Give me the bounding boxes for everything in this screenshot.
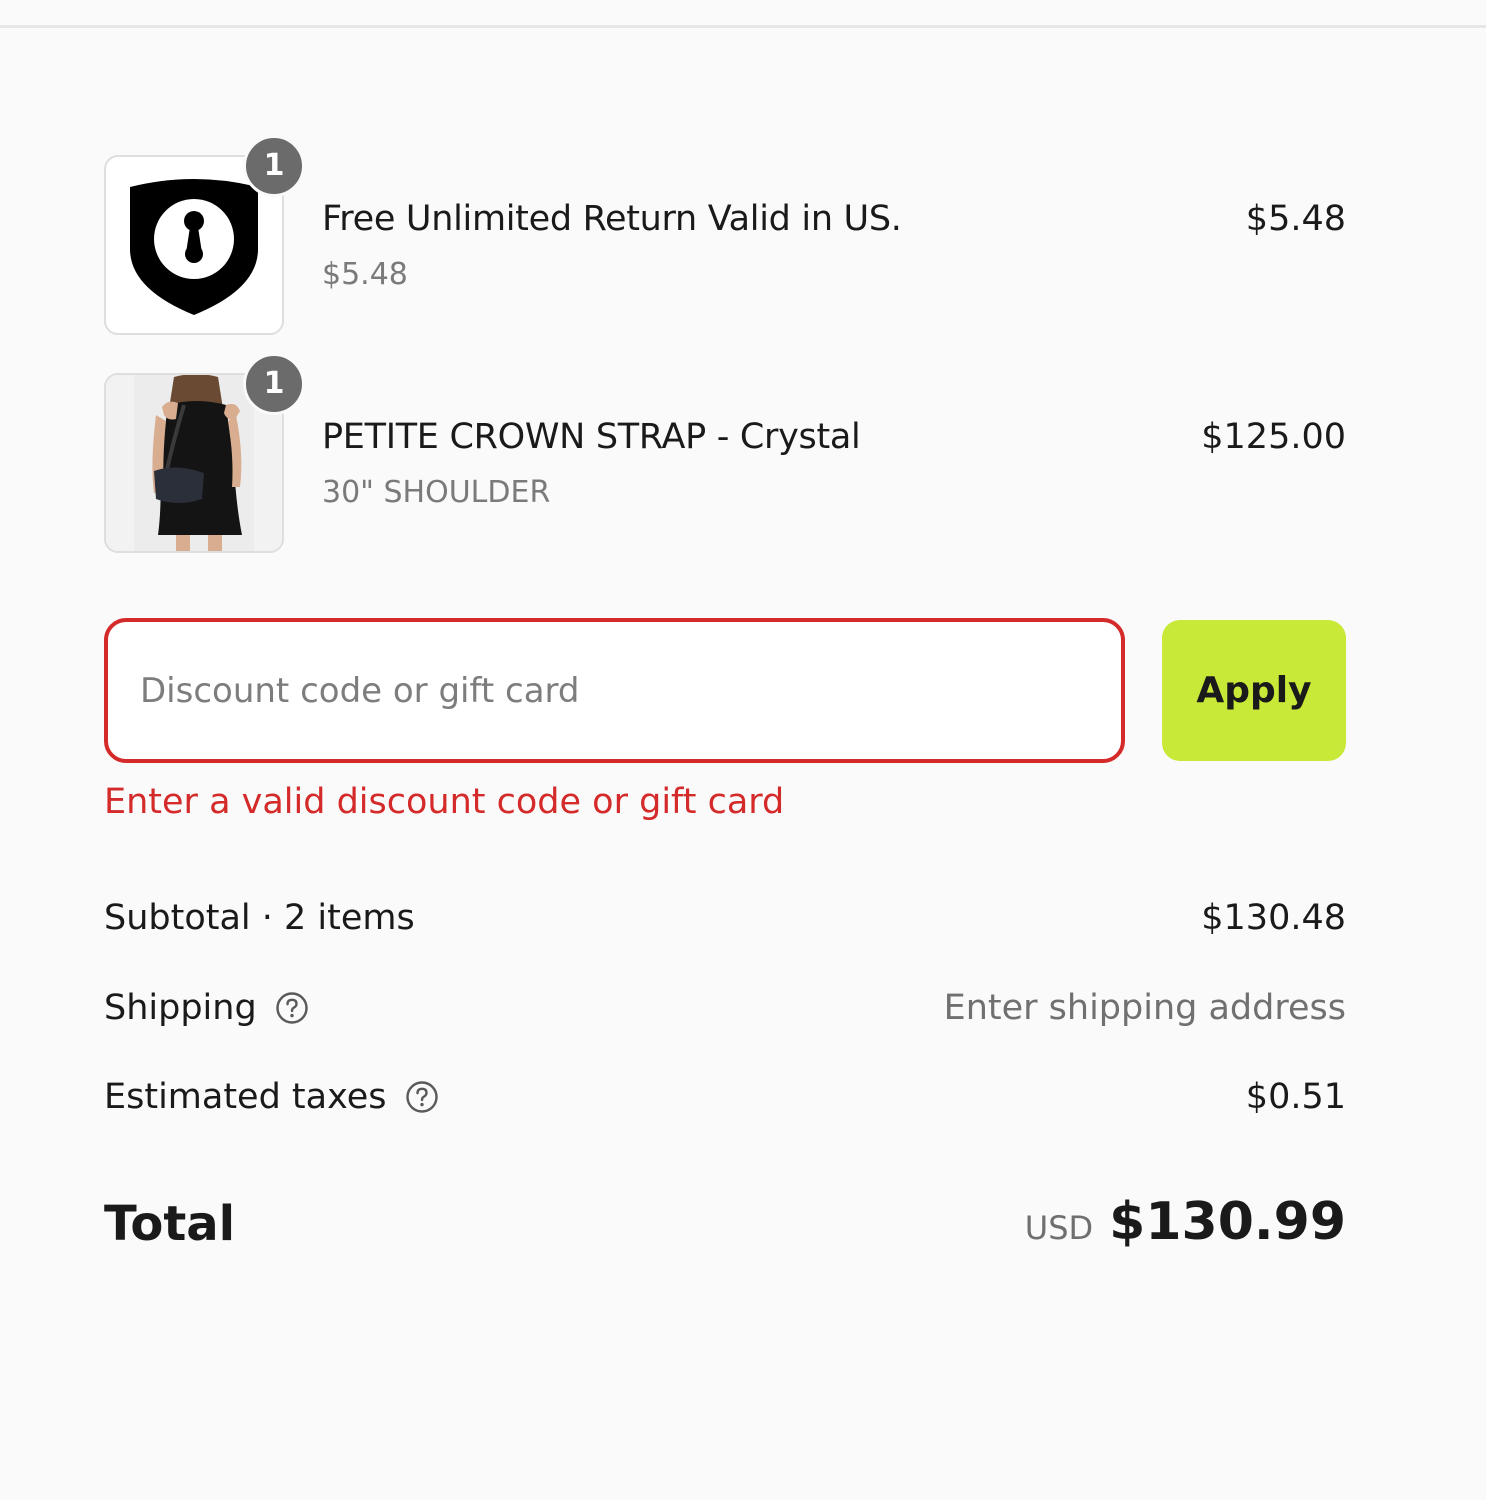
item-title: Free Unlimited Return Valid in US. <box>322 199 902 239</box>
subtotal-value: $130.48 <box>1201 898 1346 938</box>
product-thumbnail: 1 <box>104 353 305 553</box>
product-thumbnail: 1 <box>104 135 305 335</box>
discount-error-message: Enter a valid discount code or gift card <box>104 782 785 822</box>
taxes-row: Estimated taxes $0.51 <box>104 1077 1346 1127</box>
order-summary: 1 Free Unlimited Return Valid in US. $5.… <box>0 0 1486 1500</box>
taxes-label-group: Estimated taxes <box>104 1077 439 1117</box>
line-item: 1 PETITE CROWN STRAP - Crystal 30" SHOUL… <box>104 353 1346 553</box>
item-price: $125.00 <box>1201 417 1346 457</box>
discount-form: Apply <box>104 618 1346 763</box>
shipping-value: Enter shipping address <box>943 988 1346 1028</box>
help-icon[interactable] <box>405 1080 439 1114</box>
shipping-row: Shipping Enter shipping address <box>104 988 1346 1038</box>
total-label: Total <box>104 1196 236 1252</box>
taxes-label: Estimated taxes <box>104 1077 387 1117</box>
quantity-badge: 1 <box>243 135 305 197</box>
subtotal-label: Subtotal · 2 items <box>104 898 415 938</box>
total-amount-group: USD $130.99 <box>1025 1192 1346 1252</box>
apply-button[interactable]: Apply <box>1162 620 1346 761</box>
line-item: 1 Free Unlimited Return Valid in US. $5.… <box>104 135 1346 335</box>
item-variant: 30" SHOULDER <box>322 475 551 510</box>
shipping-label-group: Shipping <box>104 988 309 1028</box>
item-subtitle: $5.48 <box>322 257 408 292</box>
item-price: $5.48 <box>1245 199 1346 239</box>
help-icon[interactable] <box>275 991 309 1025</box>
quantity-badge: 1 <box>243 353 305 415</box>
total-row: Total USD $130.99 <box>104 1192 1346 1264</box>
currency-code: USD <box>1024 1209 1094 1247</box>
item-title: PETITE CROWN STRAP - Crystal <box>322 417 861 457</box>
total-value: $130.99 <box>1109 1192 1346 1252</box>
taxes-value: $0.51 <box>1245 1077 1346 1117</box>
shipping-label: Shipping <box>104 988 257 1028</box>
subtotal-row: Subtotal · 2 items $130.48 <box>104 898 1346 948</box>
discount-code-input[interactable] <box>104 618 1125 763</box>
